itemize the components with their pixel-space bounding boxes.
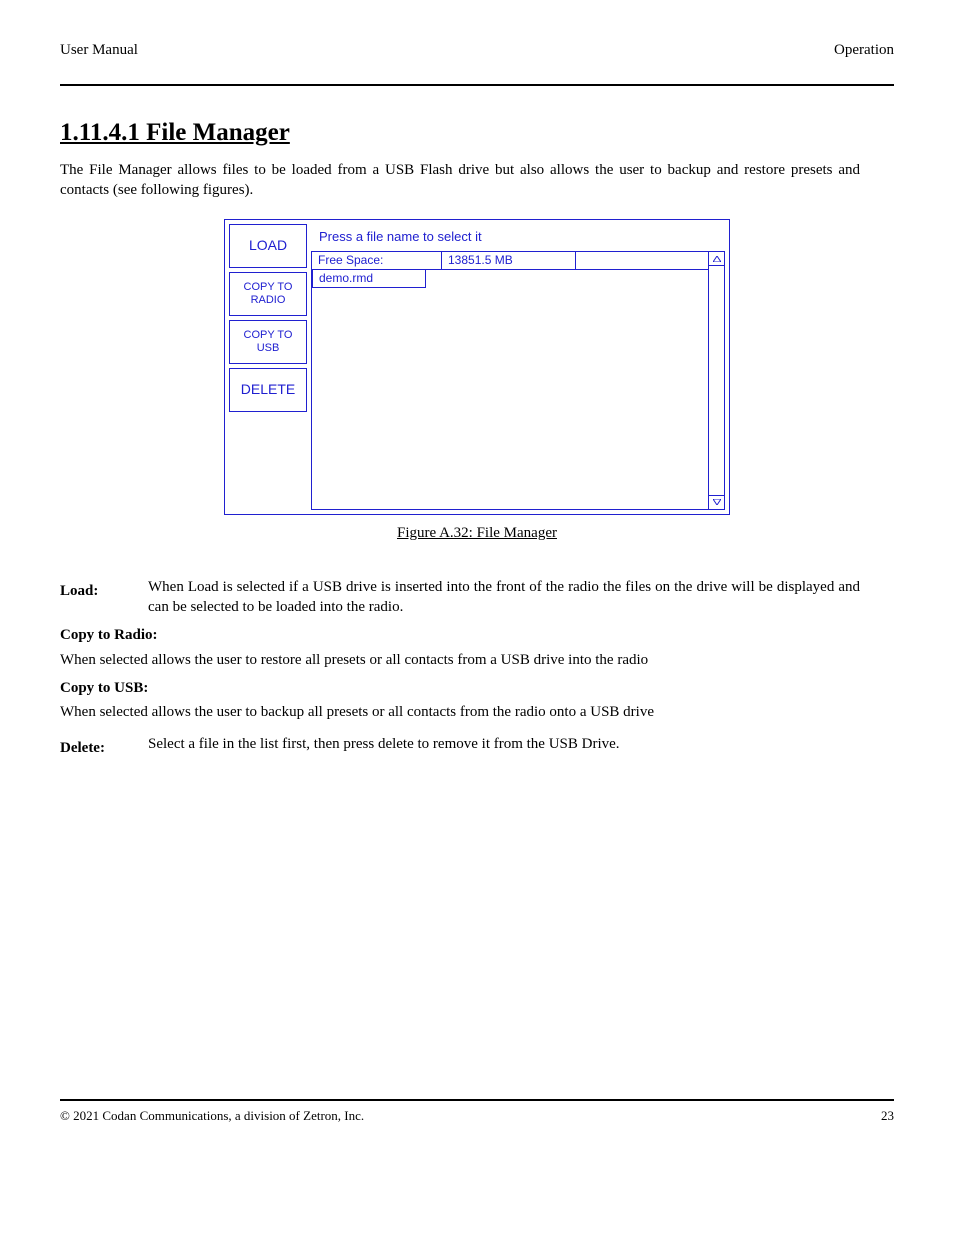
col-free-space-label: Free Space: <box>312 252 442 270</box>
footer-rule <box>60 1099 894 1101</box>
definitions-list: Load: When Load is selected if a USB dri… <box>60 573 860 759</box>
footer-copyright: © 2021 Codan Communications, a division … <box>60 1107 364 1125</box>
table-row[interactable]: demo.rmd <box>312 270 708 288</box>
figure-caption: Figure A.32: File Manager <box>60 523 894 543</box>
def-load-term: Load: <box>60 581 130 618</box>
fm-sidebar: LOAD COPY TO RADIO COPY TO USB DELETE <box>225 220 311 514</box>
fm-file-table: Free Space: 13851.5 MB demo.rmd <box>311 251 709 509</box>
file-manager-screen: LOAD COPY TO RADIO COPY TO USB DELETE Pr… <box>224 219 730 515</box>
def-copy-radio-desc: When selected allows the user to restore… <box>60 650 860 670</box>
col-free-space-value: 13851.5 MB <box>442 252 576 270</box>
copy-to-radio-button[interactable]: COPY TO RADIO <box>229 272 307 316</box>
section-title: 1.11.4.1 File Manager <box>60 116 894 150</box>
load-button[interactable]: LOAD <box>229 224 307 268</box>
header-left: User Manual <box>60 40 138 60</box>
fm-instruction: Press a file name to select it <box>311 224 725 252</box>
fm-scrollbar[interactable] <box>709 251 725 509</box>
page-footer: © 2021 Codan Communications, a division … <box>60 1099 894 1125</box>
fm-table-header: Free Space: 13851.5 MB <box>312 252 708 270</box>
def-delete-term: Delete: <box>60 738 130 758</box>
scroll-track[interactable] <box>709 266 724 494</box>
header-right: Operation <box>834 40 894 60</box>
fm-main: Press a file name to select it Free Spac… <box>311 220 729 514</box>
scroll-down-icon[interactable] <box>709 495 724 509</box>
footer-page-number: 23 <box>881 1107 894 1125</box>
file-name-cell: demo.rmd <box>312 270 426 288</box>
copy-to-usb-button[interactable]: COPY TO USB <box>229 320 307 364</box>
col-spacer <box>576 252 708 270</box>
def-copy-usb-desc: When selected allows the user to backup … <box>60 702 860 722</box>
def-copy-usb-term: Copy to USB: <box>60 678 860 698</box>
page-header: User Manual Operation <box>60 40 894 66</box>
header-rule <box>60 84 894 86</box>
section-intro: The File Manager allows files to be load… <box>60 160 860 201</box>
def-load-desc: When Load is selected if a USB drive is … <box>148 577 860 618</box>
delete-button[interactable]: DELETE <box>229 368 307 412</box>
def-delete-desc: Select a file in the list first, then pr… <box>148 734 860 758</box>
scroll-up-icon[interactable] <box>709 252 724 266</box>
def-copy-radio-term: Copy to Radio: <box>60 625 860 645</box>
